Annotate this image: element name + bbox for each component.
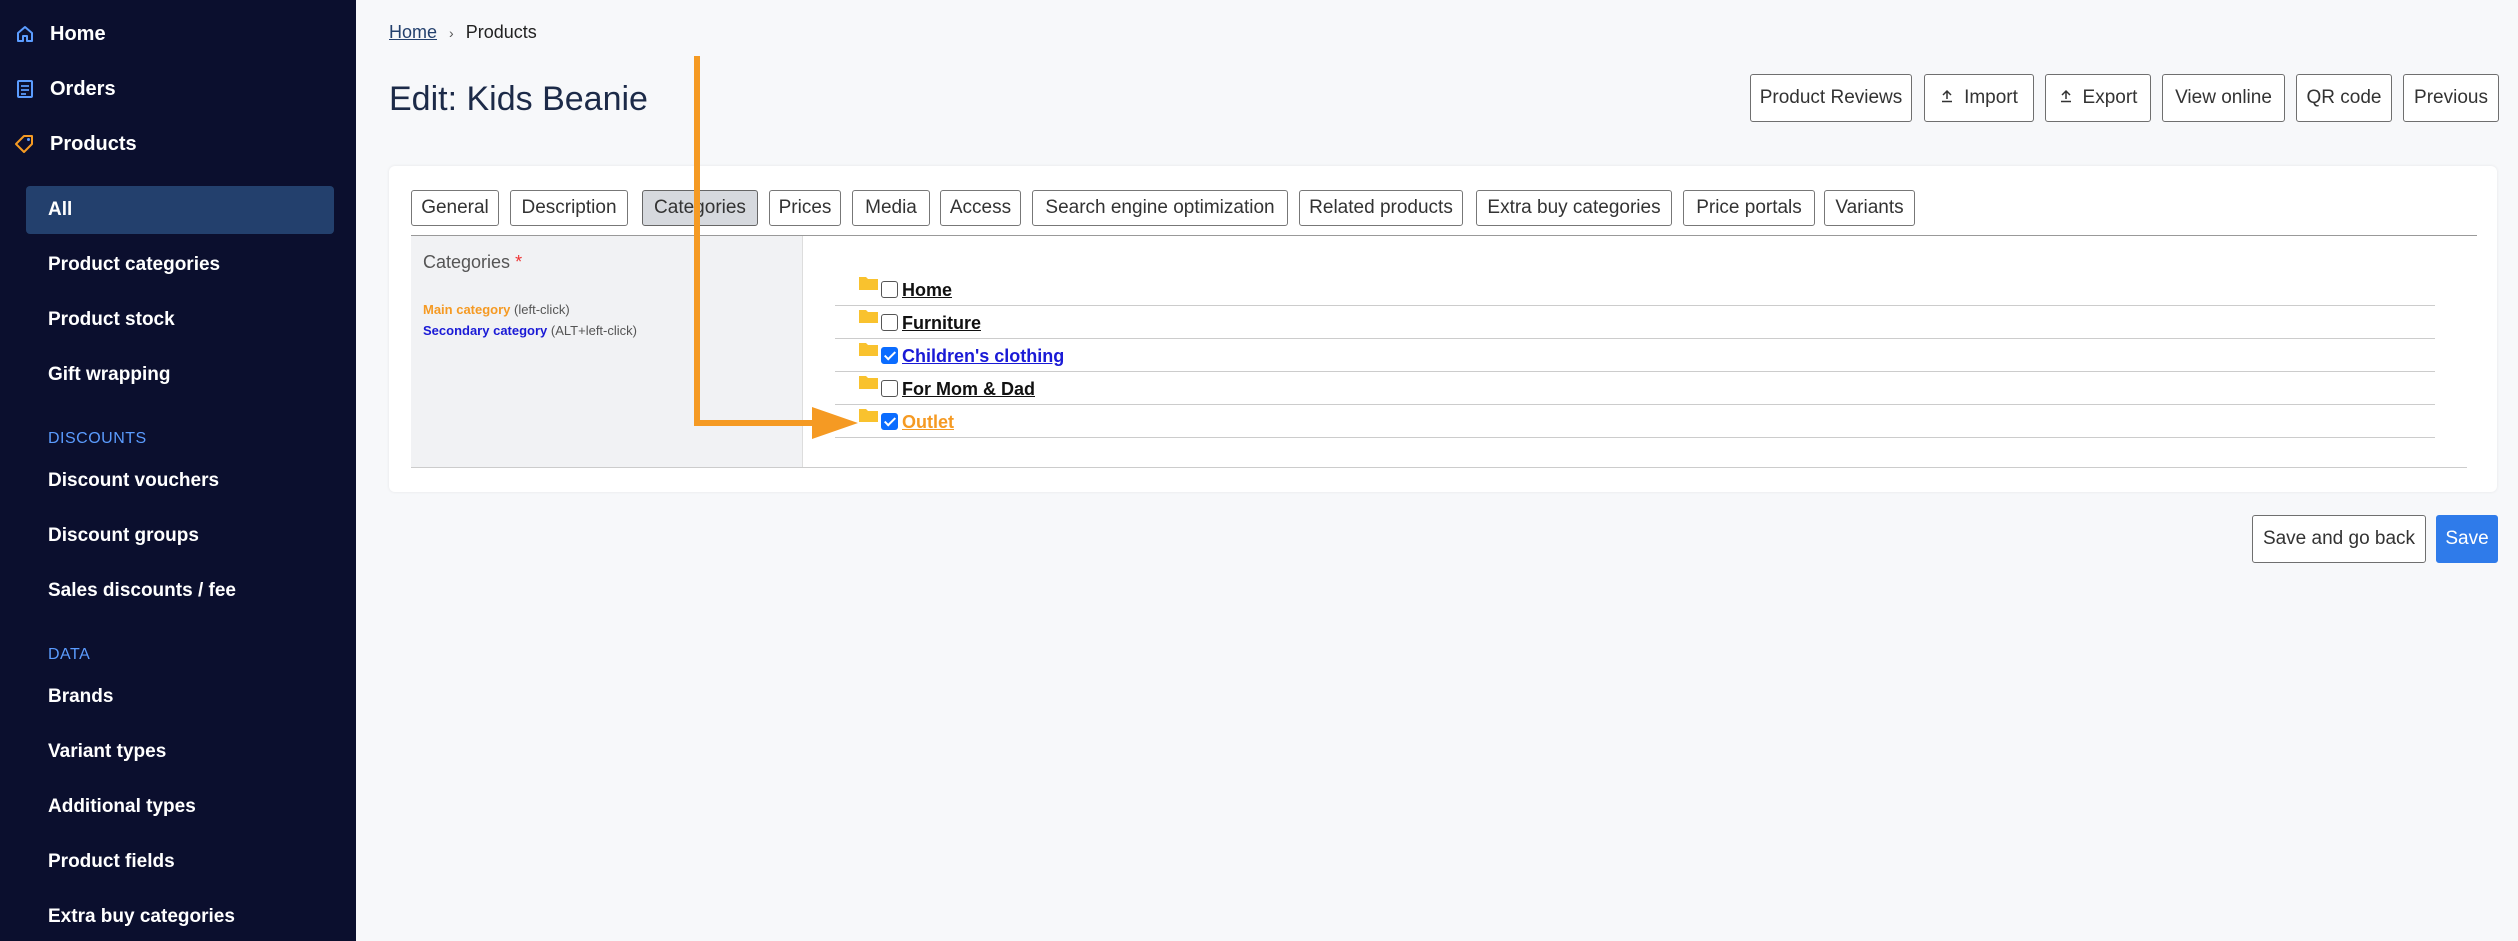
tab-categories[interactable]: Categories — [642, 190, 758, 226]
page-title: Edit: Kids Beanie — [389, 80, 648, 118]
tag-icon — [14, 133, 36, 155]
sidebar-item-variant-types[interactable]: Variant types — [26, 728, 334, 776]
sidebar-item-label: Product fields — [48, 851, 175, 872]
category-link[interactable]: Home — [902, 280, 952, 301]
folder-icon — [859, 342, 878, 356]
sidebar-item-extra-buy-categories[interactable]: Extra buy categories — [26, 893, 334, 941]
sidebar-item-additional-types[interactable]: Additional types — [26, 783, 334, 831]
sidebar-item-product-fields[interactable]: Product fields — [26, 838, 334, 886]
breadcrumb-home-link[interactable]: Home — [389, 22, 437, 43]
main-category-legend: Main category (left-click) — [423, 302, 570, 317]
folder-icon — [859, 276, 878, 290]
sidebar-item-discount-groups[interactable]: Discount groups — [26, 512, 334, 560]
category-tree-row: Outlet — [835, 405, 2435, 438]
breadcrumb: Home › Products — [389, 22, 537, 43]
form-bottom-divider — [411, 467, 2467, 468]
export-button[interactable]: Export — [2045, 74, 2151, 122]
sidebar: Home Orders Products All Product categor… — [0, 0, 356, 941]
view-online-button[interactable]: View online — [2162, 74, 2285, 122]
sidebar-item-label: Variant types — [48, 741, 167, 762]
list-icon — [14, 78, 36, 100]
sidebar-item-label: Additional types — [48, 796, 196, 817]
sidebar-item-home[interactable]: Home — [14, 12, 106, 56]
folder-icon — [859, 408, 878, 422]
sidebar-item-sales-discounts[interactable]: Sales discounts / fee — [26, 567, 334, 615]
previous-button[interactable]: Previous — [2403, 74, 2499, 122]
sidebar-item-products[interactable]: Products — [14, 122, 137, 166]
sidebar-item-gift-wrapping[interactable]: Gift wrapping — [26, 351, 334, 399]
category-tree-row: For Mom & Dad — [835, 372, 2435, 405]
required-mark: * — [515, 252, 523, 272]
category-link[interactable]: Children's clothing — [902, 346, 1064, 367]
tab-general[interactable]: General — [411, 190, 499, 226]
category-tree-row: Children's clothing — [835, 339, 2435, 372]
tab-prices[interactable]: Prices — [769, 190, 841, 226]
secondary-category-legend: Secondary category (ALT+left-click) — [423, 323, 637, 338]
sidebar-item-label: Extra buy categories — [48, 906, 235, 927]
home-icon — [14, 23, 36, 45]
category-checkbox[interactable] — [881, 413, 898, 430]
import-button[interactable]: Import — [1924, 74, 2034, 122]
categories-label-text: Categories — [423, 252, 511, 272]
upload-icon — [2059, 87, 2073, 109]
main-category-legend-hint: (left-click) — [514, 302, 570, 317]
button-label: Previous — [2414, 87, 2488, 108]
secondary-category-legend-title: Secondary category — [423, 323, 548, 338]
sidebar-item-label: Brands — [48, 686, 114, 707]
tab-variants[interactable]: Variants — [1824, 190, 1915, 226]
qr-code-button[interactable]: QR code — [2296, 74, 2392, 122]
sidebar-item-label: Orders — [50, 77, 116, 100]
button-label: Import — [1964, 87, 2018, 108]
sidebar-item-label: Products — [50, 132, 137, 155]
sidebar-item-label: Discount groups — [48, 525, 199, 546]
tab-price-portals[interactable]: Price portals — [1683, 190, 1815, 226]
sidebar-item-label: Product categories — [48, 254, 221, 275]
sidebar-item-orders[interactable]: Orders — [14, 67, 116, 111]
sidebar-item-product-stock[interactable]: Product stock — [26, 296, 334, 344]
secondary-category-legend-hint: (ALT+left-click) — [550, 323, 637, 338]
button-label: Product Reviews — [1759, 87, 1903, 108]
category-link[interactable]: Furniture — [902, 313, 981, 334]
section-heading-discounts: DISCOUNTS — [48, 430, 147, 447]
folder-icon — [859, 375, 878, 389]
category-checkbox[interactable] — [881, 347, 898, 364]
sidebar-item-label: Discount vouchers — [48, 470, 220, 491]
sidebar-item-label: All — [48, 199, 73, 220]
sidebar-item-all[interactable]: All — [26, 186, 334, 234]
breadcrumb-current: Products — [465, 22, 537, 42]
sidebar-item-discount-vouchers[interactable]: Discount vouchers — [26, 457, 334, 505]
category-link[interactable]: Outlet — [902, 412, 954, 433]
button-label: View online — [2175, 87, 2272, 108]
product-reviews-button[interactable]: Product Reviews — [1750, 74, 1912, 122]
sidebar-item-brands[interactable]: Brands — [26, 673, 334, 721]
tab-description[interactable]: Description — [510, 190, 628, 226]
sidebar-item-label: Sales discounts / fee — [48, 580, 236, 601]
category-checkbox[interactable] — [881, 281, 898, 298]
sidebar-item-product-categories[interactable]: Product categories — [26, 241, 334, 289]
save-and-go-back-button[interactable]: Save and go back — [2252, 515, 2426, 563]
category-link[interactable]: For Mom & Dad — [902, 379, 1035, 400]
category-checkbox[interactable] — [881, 380, 898, 397]
sidebar-item-label: Product stock — [48, 309, 175, 330]
category-tree-row: Furniture — [835, 306, 2435, 339]
tab-seo[interactable]: Search engine optimization — [1032, 190, 1288, 226]
sidebar-item-label: Gift wrapping — [48, 364, 171, 385]
button-label: QR code — [2306, 87, 2382, 108]
category-checkbox[interactable] — [881, 314, 898, 331]
button-label: Export — [2082, 87, 2138, 108]
categories-field-label: Categories * — [423, 252, 522, 273]
breadcrumb-separator: › — [449, 24, 454, 41]
main-category-legend-title: Main category — [423, 302, 511, 317]
tab-access[interactable]: Access — [940, 190, 1021, 226]
tab-related-products[interactable]: Related products — [1299, 190, 1463, 226]
tab-extra-buy-categories[interactable]: Extra buy categories — [1476, 190, 1672, 226]
upload-icon — [1940, 87, 1954, 109]
section-heading-data: DATA — [48, 646, 91, 663]
tab-media[interactable]: Media — [852, 190, 930, 226]
folder-icon — [859, 309, 878, 323]
category-tree-row: Home — [835, 273, 2435, 306]
save-button[interactable]: Save — [2436, 515, 2498, 563]
sidebar-item-label: Home — [50, 22, 106, 45]
